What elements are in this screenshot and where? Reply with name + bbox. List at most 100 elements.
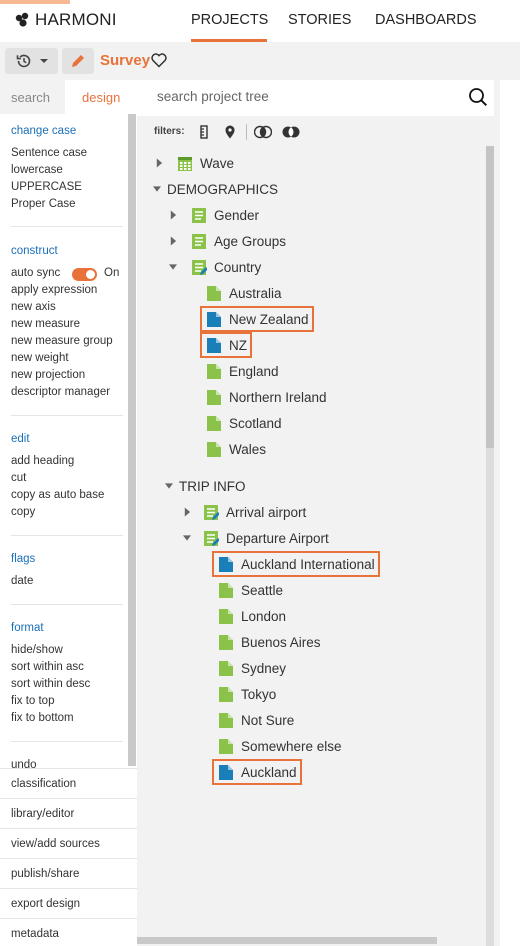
caret-down-icon[interactable] (183, 533, 191, 543)
green-code-icon (207, 415, 221, 431)
action-sort-desc[interactable]: sort within desc (11, 678, 90, 690)
tree-node-label: Northern Ireland (229, 389, 327, 405)
tree-code-row[interactable]: Sydney (218, 656, 286, 680)
green-code-icon (219, 582, 233, 598)
tab-search[interactable]: search (11, 90, 50, 105)
menu-view-add-sources[interactable]: view/add sources (0, 828, 137, 858)
caret-down-icon[interactable] (169, 262, 177, 272)
tree-search-input[interactable] (157, 89, 457, 104)
section-change-case[interactable]: change case (11, 125, 76, 137)
action-copy[interactable]: copy (11, 506, 35, 518)
section-edit[interactable]: edit (11, 433, 30, 445)
action-proper-case[interactable]: Proper Case (11, 198, 76, 210)
tree-code-row[interactable]: Tokyo (218, 682, 276, 706)
action-fix-to-bottom[interactable]: fix to bottom (11, 712, 74, 724)
tree-section-row[interactable]: DEMOGRAPHICS (167, 177, 278, 201)
auto-sync-toggle[interactable] (72, 268, 97, 281)
design-panel-scrollbar[interactable] (128, 114, 136, 766)
caret-down-icon[interactable] (153, 184, 161, 194)
tree-section-row[interactable]: TRIP INFO (179, 474, 246, 498)
tree-code-row[interactable]: Seattle (218, 578, 283, 602)
menu-publish-share[interactable]: publish/share (0, 858, 137, 888)
tree-horizontal-scrollbar[interactable] (137, 937, 437, 944)
tree-code-row[interactable]: Scotland (206, 411, 282, 435)
action-lowercase[interactable]: lowercase (11, 164, 63, 176)
tree-code-row[interactable]: Buenos Aires (218, 630, 321, 654)
caret-down-icon[interactable] (165, 481, 173, 491)
tree-variable-row[interactable]: Gender (191, 203, 259, 227)
action-uppercase[interactable]: UPPERCASE (11, 181, 82, 193)
action-add-heading[interactable]: add heading (11, 455, 74, 467)
tab-dashboards[interactable]: DASHBOARDS (375, 12, 477, 28)
action-copy-as-auto-base[interactable]: copy as auto base (11, 489, 104, 501)
tree-variable-row[interactable]: Departure Airport (203, 526, 329, 550)
tab-stories[interactable]: STORIES (288, 12, 351, 28)
action-sort-asc[interactable]: sort within asc (11, 661, 84, 673)
action-new-measure[interactable]: new measure (11, 318, 80, 330)
edit-button[interactable] (62, 48, 94, 74)
tree-variable-row[interactable]: Arrival airport (203, 500, 306, 524)
tree-node-label: Sydney (241, 660, 287, 676)
menu-label: view/add sources (11, 838, 100, 850)
tree-code-row[interactable]: Wales (206, 437, 266, 461)
caret-right-icon[interactable] (169, 210, 177, 220)
project-toolbar: Survey (0, 42, 520, 80)
green-code-icon (219, 712, 233, 728)
section-format[interactable]: format (11, 622, 44, 634)
tree-code-row[interactable]: Northern Ireland (206, 385, 327, 409)
menu-label: publish/share (11, 868, 80, 880)
action-hide-show[interactable]: hide/show (11, 644, 63, 656)
action-new-measure-group[interactable]: new measure group (11, 335, 113, 347)
pin-filter-icon[interactable] (224, 125, 236, 139)
tree-code-row[interactable]: Australia (206, 281, 282, 305)
tree-variable-row[interactable]: Wave (177, 151, 234, 175)
selection-highlight (200, 306, 314, 332)
tree-node-label: England (229, 363, 279, 379)
menu-classification[interactable]: classification (0, 768, 137, 798)
tree-variable-row[interactable]: Country (191, 255, 261, 279)
action-new-weight[interactable]: new weight (11, 352, 69, 364)
action-apply-expression[interactable]: apply expression (11, 284, 97, 296)
ruler-filter-icon[interactable] (199, 125, 209, 139)
favorite-heart-icon[interactable] (150, 51, 168, 69)
caret-right-icon[interactable] (169, 236, 177, 246)
action-fix-to-top[interactable]: fix to top (11, 695, 54, 707)
tree-node-label: Wave (200, 155, 235, 171)
action-auto-sync: auto sync (11, 267, 61, 279)
tree-scrollbar-thumb[interactable] (486, 146, 494, 448)
filter-divider (246, 124, 247, 140)
brand-logo[interactable]: HARMONI (14, 10, 117, 30)
overlap-filter-icon[interactable] (254, 125, 272, 139)
tree-node-label: Buenos Aires (241, 634, 321, 650)
tree-code-row[interactable]: London (218, 604, 286, 628)
tree-code-row[interactable]: Not Sure (218, 708, 294, 732)
caret-right-icon[interactable] (155, 158, 163, 168)
history-button[interactable] (5, 48, 58, 74)
action-sentence-case[interactable]: Sentence case (11, 147, 87, 159)
menu-library-editor[interactable]: library/editor (0, 798, 137, 828)
project-title: Survey (100, 52, 151, 69)
action-new-axis[interactable]: new axis (11, 301, 56, 313)
menu-export-design[interactable]: export design (0, 888, 137, 918)
panel-edge (500, 80, 520, 946)
tree-variable-row[interactable]: Age Groups (191, 229, 286, 253)
action-cut[interactable]: cut (11, 472, 26, 484)
exclusive-filter-icon[interactable] (282, 125, 300, 139)
action-new-projection[interactable]: new projection (11, 369, 85, 381)
tab-design[interactable]: design (82, 90, 120, 105)
caret-right-icon[interactable] (183, 507, 191, 517)
tree-code-row[interactable]: England (206, 359, 279, 383)
search-icon[interactable] (468, 87, 488, 107)
project-tree: Wave DEMOGRAPHICS Gender Age Groups Country A… (137, 146, 487, 946)
tree-code-row[interactable]: Somewhere else (218, 734, 342, 758)
action-date[interactable]: date (11, 575, 33, 587)
action-descriptor-manager[interactable]: descriptor manager (11, 386, 110, 398)
section-divider (11, 741, 123, 742)
tab-projects[interactable]: PROJECTS (191, 12, 268, 28)
green-code-icon (207, 441, 221, 457)
section-flags[interactable]: flags (11, 553, 35, 565)
variable-icon (192, 207, 206, 223)
header-accent-strip (0, 0, 70, 4)
menu-metadata[interactable]: metadata (0, 918, 137, 946)
section-construct[interactable]: construct (11, 245, 58, 257)
